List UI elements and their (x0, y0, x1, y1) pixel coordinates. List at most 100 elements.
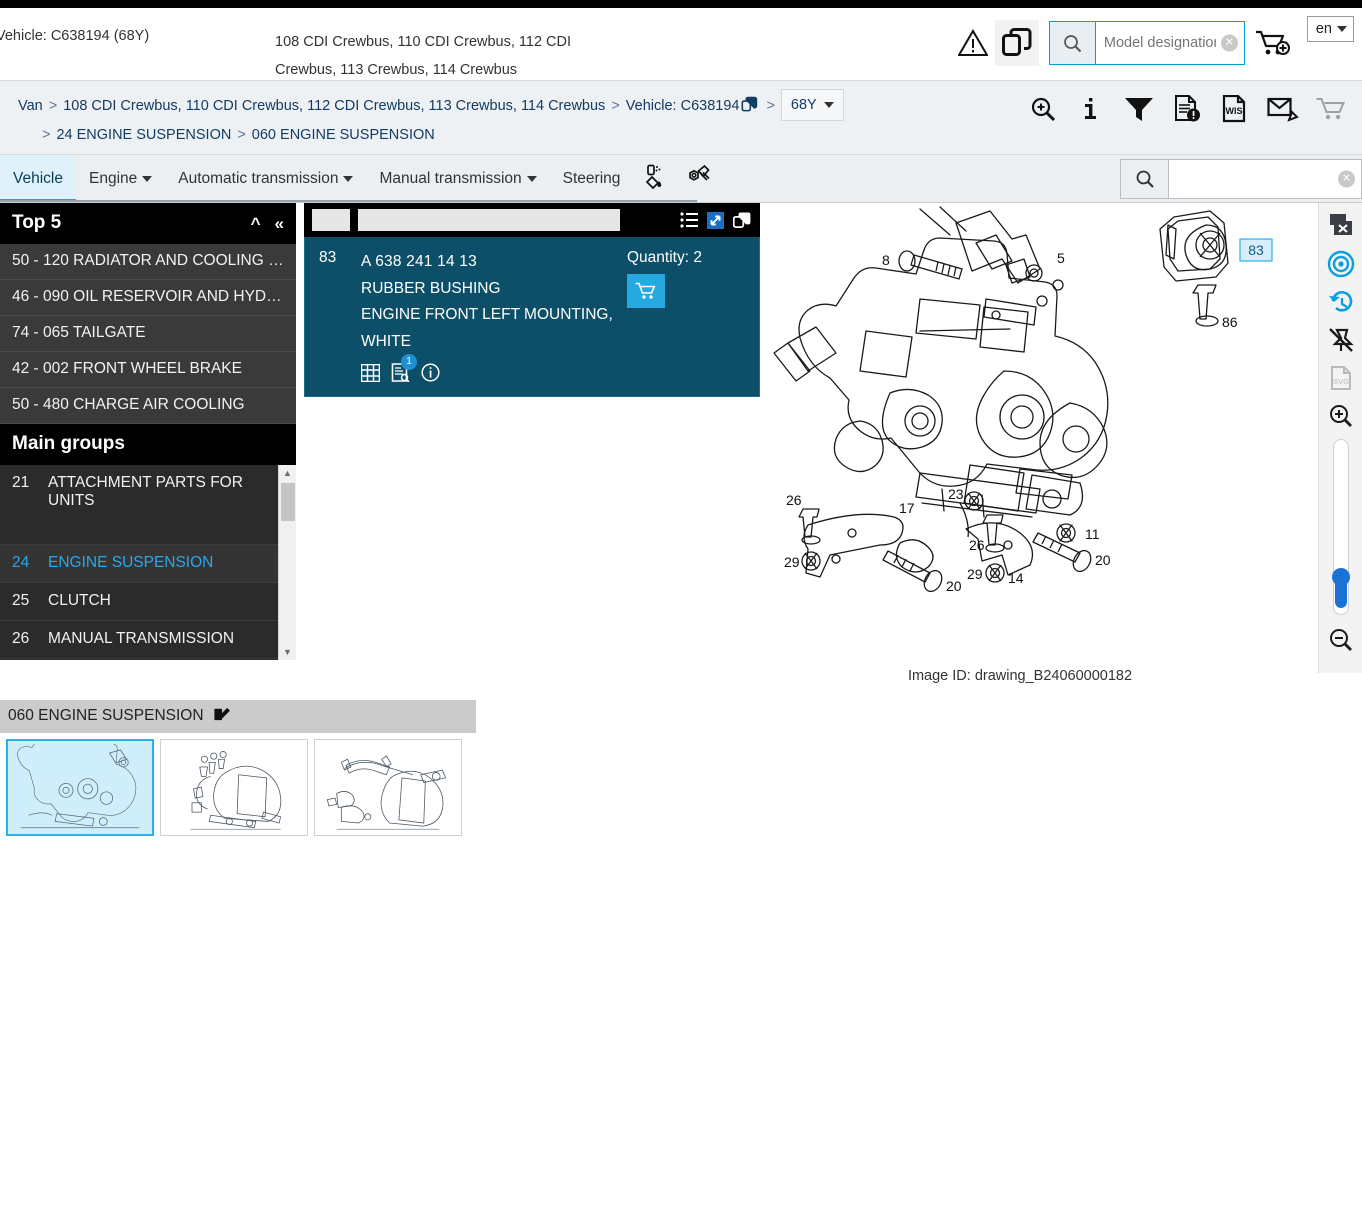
wis-document-icon[interactable]: WIS (1212, 89, 1258, 129)
scroll-up-arrow-icon[interactable]: ▲ (279, 465, 296, 481)
thumbnail-item-3[interactable] (314, 739, 462, 836)
document-alert-icon[interactable] (1164, 89, 1210, 129)
zoom-slider[interactable] (1331, 439, 1350, 615)
clear-search-icon[interactable]: ✕ (1220, 34, 1238, 52)
main-group-row-27[interactable]: 27 AUTOMATIC TRANSMISSION (0, 659, 296, 660)
add-to-cart-icon[interactable] (1245, 20, 1301, 66)
top5-item[interactable]: 42 - 002 FRONT WHEEL BRAKE (0, 352, 296, 388)
fluid-paint-icon[interactable] (643, 164, 669, 193)
copy-icon[interactable] (733, 211, 752, 229)
breadcrumb: Van >108 CDI Crewbus, 110 CDI Crewbus, 11… (18, 89, 1028, 148)
app-header: Vehicle: C638194 (68Y) 108 CDI Crewbus, … (0, 8, 1362, 80)
zoom-in-icon[interactable] (1321, 397, 1361, 435)
breadcrumb-bar: Van >108 CDI Crewbus, 110 CDI Crewbus, 11… (0, 80, 1362, 155)
year-selector-button[interactable]: 68Y (780, 89, 844, 121)
scroll-down-arrow-icon[interactable]: ▼ (279, 644, 296, 660)
tab-label: Manual transmission (379, 169, 522, 187)
history-undo-icon[interactable] (1321, 283, 1361, 321)
top5-item[interactable]: 50 - 480 CHARGE AIR COOLING (0, 388, 296, 424)
vehicle-model-list: 108 CDI Crewbus, 110 CDI Crewbus, 112 CD… (275, 34, 572, 78)
main-group-row-24[interactable]: 24 ENGINE SUSPENSION (0, 545, 296, 583)
engine-drawing[interactable]: 8 5 86 11 26 17 29 20 23 26 29 14 20 83 (770, 203, 1318, 683)
close-window-icon[interactable] (1321, 207, 1361, 245)
callout-86: 86 (1222, 314, 1238, 330)
main-group-row-25[interactable]: 25 CLUTCH (0, 583, 296, 621)
zoom-slider-handle[interactable] (1331, 568, 1350, 608)
top-black-strip (0, 0, 1362, 8)
edit-pencil-icon[interactable] (213, 705, 230, 727)
breadcrumb-item-group24[interactable]: 24 ENGINE SUSPENSION (56, 127, 231, 143)
thumbnail-header: 060 ENGINE SUSPENSION (0, 700, 476, 733)
warning-triangle-icon[interactable] (951, 20, 995, 66)
language-selector[interactable]: en (1306, 16, 1354, 42)
mail-edit-icon[interactable] (1260, 89, 1306, 129)
thumbnail-title: 060 ENGINE SUSPENSION (8, 707, 204, 724)
top5-item[interactable]: 50 - 120 RADIATOR AND COOLING WA... (0, 244, 296, 280)
scrollbar-thumb[interactable] (281, 483, 295, 521)
tab-vehicle[interactable]: Vehicle (0, 155, 76, 202)
list-view-icon[interactable] (680, 212, 698, 228)
model-designation-search[interactable]: ✕ (1048, 21, 1245, 65)
part-detail-row[interactable]: 83 A 638 241 14 13 RUBBER BUSHING ENGINE… (304, 237, 760, 397)
main-group-row-21[interactable]: 21 ATTACHMENT PARTS FOR UNITS (0, 465, 296, 545)
breadcrumb-item-subgroup060[interactable]: 060 ENGINE SUSPENSION (252, 127, 435, 143)
copy-icon[interactable] (994, 20, 1039, 66)
unpin-icon[interactable] (1321, 321, 1361, 359)
language-value: en (1315, 20, 1332, 37)
tab-steering[interactable]: Steering (550, 155, 634, 202)
info-icon[interactable] (1068, 89, 1114, 129)
thumbnail-item-2[interactable] (160, 739, 308, 836)
clear-search-icon[interactable]: ✕ (1338, 170, 1355, 188)
callout-14: 14 (1008, 570, 1024, 586)
cart-icon[interactable] (1308, 89, 1354, 129)
part-panel-field-wide[interactable] (358, 209, 620, 231)
add-part-to-cart-button[interactable] (627, 274, 665, 308)
chevron-down-icon (343, 175, 354, 182)
breadcrumb-item-models[interactable]: 108 CDI Crewbus, 110 CDI Crewbus, 112 CD… (63, 98, 605, 114)
callout-20-right: 20 (1095, 552, 1111, 568)
breadcrumb-item-van[interactable]: Van (18, 98, 43, 114)
chevron-down-icon (142, 175, 153, 182)
tab-automatic-transmission[interactable]: Automatic transmission (165, 155, 366, 202)
bolt-nut-icon[interactable] (683, 164, 711, 193)
target-focus-icon[interactable] (1321, 245, 1361, 283)
part-item-number: 83 (319, 249, 337, 266)
group-number: 25 (12, 592, 30, 609)
thumbnail-strip: 060 ENGINE SUSPENSION (0, 700, 476, 836)
parts-search-input[interactable] (1169, 160, 1361, 198)
expand-icon[interactable] (707, 211, 724, 229)
zoom-out-icon[interactable] (1321, 621, 1361, 659)
chevron-up-icon[interactable]: ^ (251, 215, 261, 232)
breadcrumb-toolbar: WIS (1020, 89, 1354, 129)
search-icon[interactable] (1049, 22, 1096, 64)
tab-manual-transmission[interactable]: Manual transmission (366, 155, 549, 202)
image-id-label: Image ID: drawing_B24060000182 (907, 668, 1133, 684)
main-group-row-26[interactable]: 26 MANUAL TRANSMISSION (0, 621, 296, 659)
svg-text:SVG: SVG (1333, 377, 1349, 386)
thumbnail-item-1[interactable] (6, 739, 154, 836)
parts-search[interactable]: ✕ (1120, 159, 1362, 199)
callout-29-left: 29 (784, 554, 800, 570)
copy-icon[interactable] (741, 96, 758, 122)
svg-text:WIS: WIS (1226, 106, 1243, 116)
top5-item[interactable]: 74 - 065 TAILGATE (0, 316, 296, 352)
info-circle-icon[interactable] (421, 363, 440, 382)
main-groups-list: 21 ATTACHMENT PARTS FOR UNITS 24 ENGINE … (0, 465, 296, 660)
main-groups-scrollbar[interactable]: ▲ ▼ (278, 465, 296, 660)
tab-engine[interactable]: Engine (76, 155, 165, 202)
top5-header: Top 5 ^ « (0, 203, 296, 244)
year-value: 68Y (790, 97, 817, 113)
zoom-search-icon[interactable] (1020, 89, 1066, 129)
part-panel-field-small[interactable] (312, 209, 350, 231)
table-grid-icon[interactable] (361, 363, 380, 382)
breadcrumb-item-vehicle[interactable]: Vehicle: C638194 (626, 98, 740, 114)
double-chevron-left-icon[interactable]: « (275, 215, 284, 232)
drawing-toolbar: SVG (1318, 203, 1362, 673)
top5-item[interactable]: 46 - 090 OIL RESERVOIR AND HYDRA... (0, 280, 296, 316)
svg-export-icon[interactable]: SVG (1321, 359, 1361, 397)
document-search-icon[interactable]: 1 (391, 354, 417, 382)
chevron-down-icon (823, 102, 834, 108)
filter-funnel-icon[interactable] (1116, 89, 1162, 129)
search-icon[interactable] (1121, 160, 1169, 198)
vehicle-id-label: Vehicle: C638194 (68Y) (0, 28, 150, 44)
